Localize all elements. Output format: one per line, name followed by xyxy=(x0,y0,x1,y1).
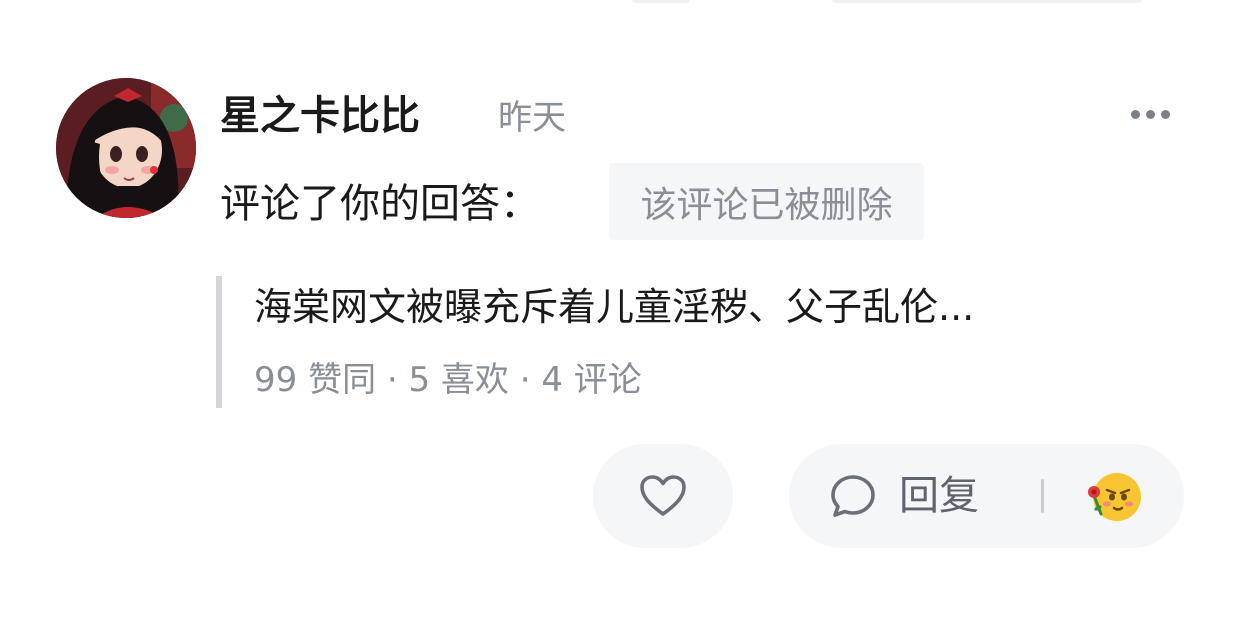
timestamp: 昨天 xyxy=(498,98,566,138)
previous-item-fragment xyxy=(632,0,690,3)
avatar[interactable] xyxy=(56,78,196,218)
previous-item-fragment xyxy=(832,0,1142,3)
more-options-button[interactable] xyxy=(1120,96,1180,132)
quoted-answer[interactable]: 海棠网文被曝充斥着儿童淫秽、父子乱伦... 99 赞同 · 5 喜欢 · 4 评… xyxy=(216,276,1182,408)
quoted-answer-stats: 99 赞同 · 5 喜欢 · 4 评论 xyxy=(254,360,642,400)
reply-label: 回复 xyxy=(899,473,979,519)
like-button[interactable] xyxy=(593,444,733,548)
deleted-comment-notice: 该评论已被删除 xyxy=(609,163,924,240)
emoji-button[interactable] xyxy=(1085,468,1143,526)
avatar-image xyxy=(56,78,196,218)
reply-button[interactable]: 回复 xyxy=(829,444,979,548)
quoted-answer-title[interactable]: 海棠网文被曝充斥着儿童淫秽、父子乱伦... xyxy=(254,282,1174,332)
more-horizontal-icon xyxy=(1160,109,1170,119)
comment-bubble-icon xyxy=(831,475,875,517)
flower-emoji-icon xyxy=(1088,473,1141,521)
more-horizontal-icon xyxy=(1130,109,1140,119)
comment-action-text: 评论了你的回答： xyxy=(220,181,540,227)
divider xyxy=(1041,479,1044,513)
more-horizontal-icon xyxy=(1145,109,1155,119)
reply-bar: 回复 xyxy=(789,444,1184,548)
username[interactable]: 星之卡比比 xyxy=(220,92,420,140)
heart-icon xyxy=(640,475,686,516)
